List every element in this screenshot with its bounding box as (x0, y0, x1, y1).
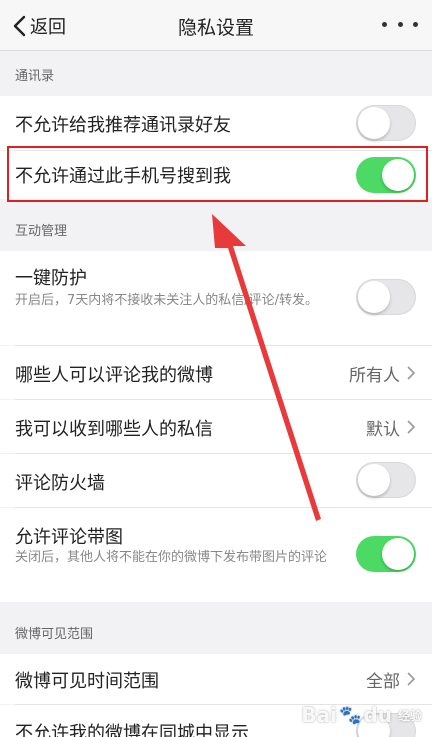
more-dot (397, 21, 403, 27)
baidu-watermark: Bai 🐾 du 经验 (301, 703, 422, 727)
row-label: 微博可见时间范围 (15, 671, 159, 692)
more-options-icon[interactable] (382, 14, 418, 34)
row-label: 不允许我的微博在同城中显示 (15, 723, 249, 737)
row-recommend-contacts: 不允许给我推荐通讯录好友 (0, 96, 432, 150)
row-allow-comment-images: 允许评论带图 关闭后，其他人将不能在你的微博下发布带图片的评论 (0, 508, 432, 602)
watermark-text: Bai (301, 703, 337, 727)
watermark-tail: 经验 (397, 708, 422, 723)
page-title: 隐私设置 (177, 17, 254, 39)
row-label: 哪些人可以评论我的微博 (15, 365, 213, 386)
toggle-knob (358, 281, 390, 313)
comment-firewall-toggle[interactable] (356, 462, 416, 498)
annotation-highlight-box (7, 146, 428, 202)
row-who-can-message[interactable]: 我可以收到哪些人的私信 默认 (0, 400, 432, 453)
row-one-click-protect: 一键防护 开启后，7天内将不接收未关注人的私信/评论/转发。 (0, 251, 432, 345)
row-value: 默认 (366, 420, 400, 440)
section-header-contacts: 通讯录 (15, 68, 55, 84)
one-click-protect-toggle[interactable] (356, 279, 416, 315)
row-label: 我可以收到哪些人的私信 (15, 419, 213, 440)
toggle-knob (358, 107, 390, 139)
row-label: 评论防火墙 (15, 473, 105, 494)
row-label: 不允许给我推荐通讯录好友 (15, 115, 231, 136)
paw-icon: 🐾 (339, 704, 362, 726)
more-dot (382, 21, 387, 27)
navigation-bar: 返回 隐私设置 (0, 0, 432, 51)
more-dot (413, 21, 418, 27)
chevron-right-icon (407, 420, 416, 434)
privacy-settings-screen: 返回 隐私设置 通讯录 不允许给我推荐通讯录好友 不允许通过此手机号搜到我 互动… (0, 0, 432, 737)
row-visible-time-range[interactable]: 微博可见时间范围 全部 (0, 654, 432, 704)
chevron-right-icon (407, 366, 416, 380)
row-comment-firewall: 评论防火墙 (0, 454, 432, 507)
toggle-knob (358, 464, 390, 496)
allow-comment-images-toggle[interactable] (356, 536, 416, 572)
row-value: 所有人 (349, 366, 400, 386)
row-value: 全部 (366, 672, 400, 692)
row-label: 一键防护 (15, 268, 87, 289)
row-label: 允许评论带图 (15, 527, 123, 548)
row-sublabel: 开启后，7天内将不接收未关注人的私信/评论/转发。 (15, 293, 319, 308)
row-who-can-comment[interactable]: 哪些人可以评论我的微博 所有人 (0, 346, 432, 399)
row-sublabel: 关闭后，其他人将不能在你的微博下发布带图片的评论 (15, 550, 328, 565)
section-header-interaction: 互动管理 (15, 223, 68, 239)
toggle-knob (382, 538, 414, 570)
chevron-right-icon (407, 672, 416, 686)
watermark-suffix: du (363, 703, 392, 727)
recommend-contacts-toggle[interactable] (356, 105, 416, 141)
section-header-visibility: 微博可见范围 (15, 626, 94, 642)
